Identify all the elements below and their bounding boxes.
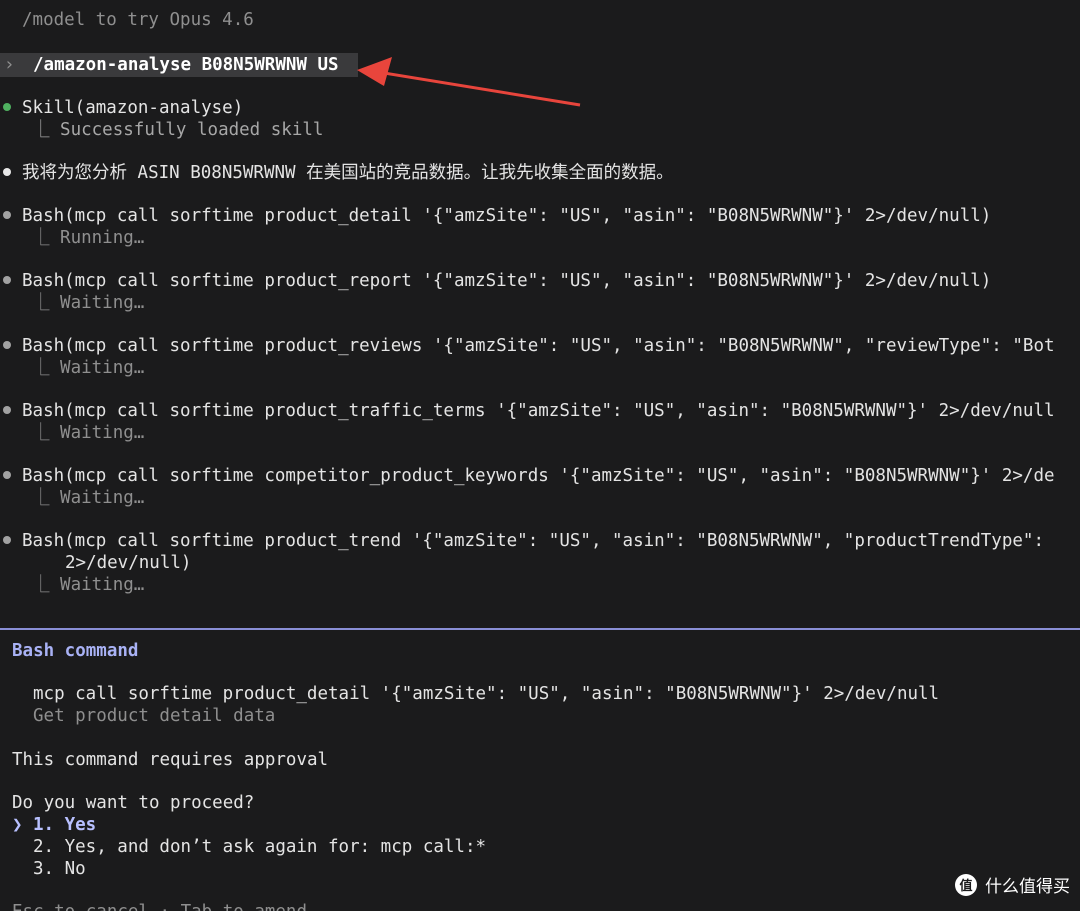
selection-cursor-icon: ❯	[12, 815, 23, 835]
dialog-footer-hint: Esc to cancel · Tab to amend	[12, 901, 307, 911]
tool-bullet-icon	[3, 341, 11, 349]
bash-call: Bash(mcp call sorftime product_reviews '…	[22, 336, 1055, 356]
bash-call: Bash(mcp call sorftime competitor_produc…	[22, 466, 1055, 486]
tool-bullet-icon	[3, 406, 11, 414]
message-bullet-icon	[3, 168, 11, 176]
tool-bullet-icon	[3, 471, 11, 479]
bash-call-status: ⎿ Waiting…	[32, 293, 145, 313]
success-bullet-icon	[3, 103, 11, 111]
bash-call-status: ⎿ Waiting…	[32, 423, 145, 443]
dialog-divider	[0, 628, 1080, 630]
assistant-message: 我将为您分析 ASIN B08N5WRWNW 在美国站的竞品数据。让我先收集全面…	[22, 163, 674, 183]
bash-call-status: ⎿ Waiting…	[32, 575, 145, 595]
watermark: 值 什么值得买	[955, 872, 1070, 897]
watermark-text: 什么值得买	[985, 877, 1070, 897]
bash-call: Bash(mcp call sorftime product_traffic_t…	[22, 401, 1055, 421]
watermark-logo-icon: 值	[955, 873, 977, 896]
option-yes[interactable]: 1. Yes	[33, 814, 96, 836]
dialog-command: mcp call sorftime product_detail '{"amzS…	[33, 684, 940, 704]
dialog-title: Bash command	[12, 641, 139, 661]
bash-call: Bash(mcp call sorftime product_detail '{…	[22, 206, 992, 226]
bash-call-status: ⎿ Waiting…	[32, 488, 145, 508]
option-yes-dont-ask-again[interactable]: 2. Yes, and don’t ask again for: mcp cal…	[33, 836, 486, 858]
proceed-question: Do you want to proceed?	[12, 793, 255, 813]
dialog-description: Get product detail data	[33, 706, 276, 726]
option-no[interactable]: 3. No	[33, 858, 86, 880]
terminal-window: /model to try Opus 4.6 › /amazon-analyse…	[0, 0, 1080, 911]
bash-call-status: ⎿ Waiting…	[32, 358, 145, 378]
skill-title: Skill(amazon-analyse)	[22, 98, 244, 118]
approval-note: This command requires approval	[12, 750, 329, 770]
bash-call: Bash(mcp call sorftime product_report '{…	[22, 271, 992, 291]
bash-call-status: ⎿ Running…	[32, 228, 145, 248]
tool-bullet-icon	[3, 536, 11, 544]
tool-bullet-icon	[3, 276, 11, 284]
tool-bullet-icon	[3, 211, 11, 219]
bash-call-continuation: 2>/dev/null)	[65, 553, 192, 573]
bash-call: Bash(mcp call sorftime product_trend '{"…	[22, 531, 1044, 551]
skill-result: ⎿ Successfully loaded skill	[32, 120, 324, 140]
